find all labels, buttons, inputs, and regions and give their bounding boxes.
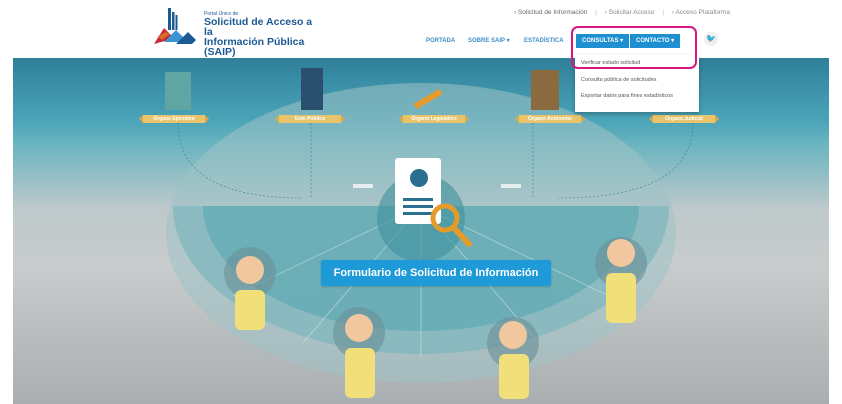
organ-ejecutivo-label: Órgano Ejecutivo xyxy=(139,115,209,123)
saip-logo-icon xyxy=(154,8,196,44)
logo-text: Portal Único de Solicitud de Acceso a la… xyxy=(204,11,320,57)
site-header: Portal Único de Solicitud de Acceso a la… xyxy=(0,0,842,58)
organ-judicial-label: Órgano Judicial xyxy=(649,115,719,123)
site-logo[interactable]: Portal Único de Solicitud de Acceso a la… xyxy=(150,6,320,57)
dropdown-item-exportar-datos[interactable]: Exportar datos para fines estadísticos xyxy=(581,93,673,99)
logo-title-line2: Información Pública (SAIP) xyxy=(204,36,305,58)
organ-ente-publico-label: Ente Público xyxy=(275,115,345,123)
organ-legislativo-label: Órgano Legislativo xyxy=(399,115,469,123)
formulario-solicitud-button[interactable]: Formulario de Solicitud de Información xyxy=(321,260,551,286)
hero-illustration: Órgano Ejecutivo Ente Público Órgano Leg… xyxy=(13,58,829,404)
top-links: › Solicitud de Información | › Solicitar… xyxy=(508,9,730,16)
highlight-outline xyxy=(571,26,697,69)
top-link-solicitud[interactable]: › Solicitud de Información xyxy=(514,9,587,16)
top-link-acceso-plataforma[interactable]: › Acceso Plataforma xyxy=(672,9,730,16)
hero-background-art xyxy=(165,68,694,399)
divider: | xyxy=(662,9,665,16)
dropdown-item-consulta-publica[interactable]: Consulta pública de solicitudes xyxy=(581,77,657,83)
logo-title-line1: Solicitud de Acceso a la xyxy=(204,16,313,38)
divider: | xyxy=(595,9,597,16)
twitter-icon[interactable]: 🐦 xyxy=(704,32,718,46)
nav-portada[interactable]: PORTADA xyxy=(426,34,455,48)
nav-sobre-saip[interactable]: SOBRE SAIP ▾ xyxy=(468,34,510,48)
top-link-solicitar-acceso[interactable]: › Solicitar Acceso xyxy=(605,9,655,16)
organ-autonomo-label: Órgano Autónomo xyxy=(515,115,585,123)
nav-estadistica[interactable]: ESTADÍSTICA xyxy=(524,34,564,48)
